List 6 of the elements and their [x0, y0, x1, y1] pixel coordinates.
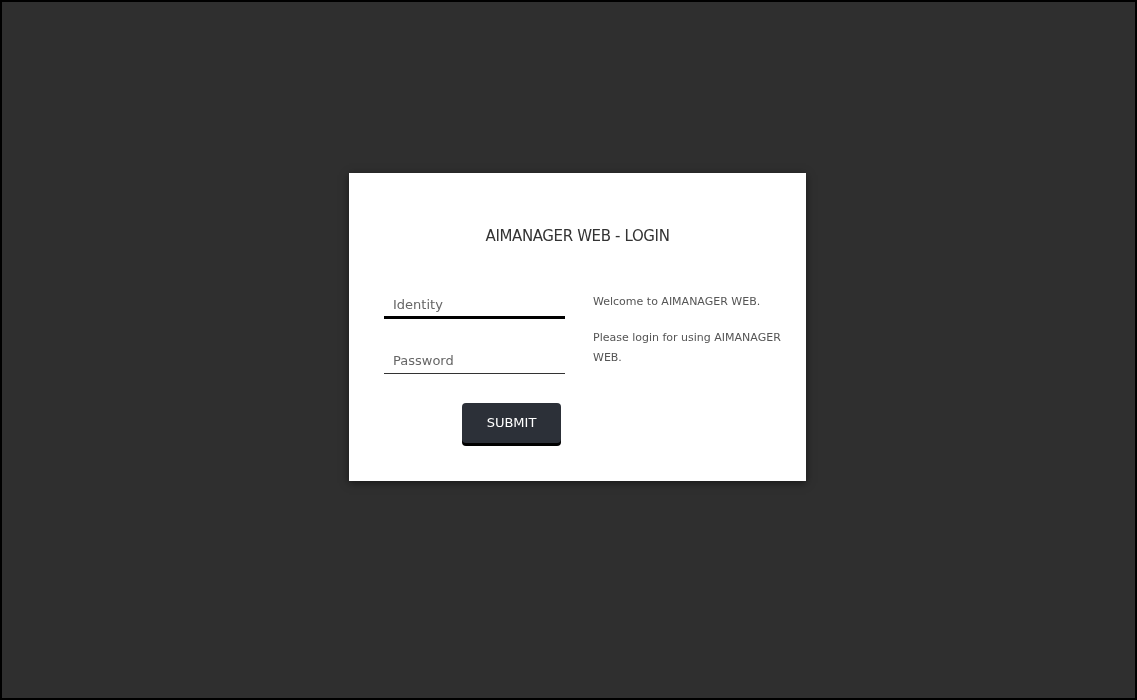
input-field[interactable]: Identity — [384, 285, 565, 319]
welcome-text: Welcome to AIMANAGER WEB. — [593, 293, 762, 310]
input-field[interactable]: Password — [384, 340, 565, 374]
welcome-text: Please login for using AIMANAGER WEB. — [593, 329, 782, 366]
login-title: AIMANAGER WEB - LOGIN — [485, 226, 670, 247]
submit-button[interactable]: SUBMIT — [462, 402, 561, 443]
